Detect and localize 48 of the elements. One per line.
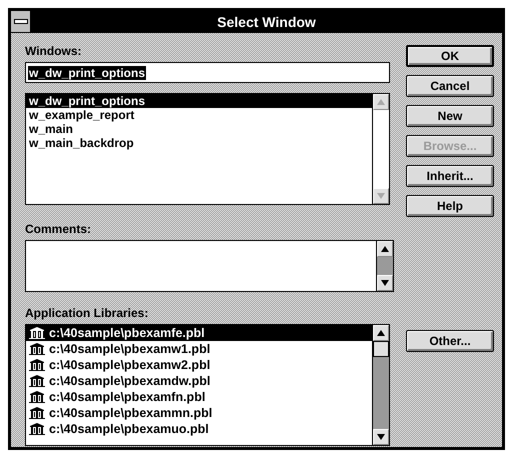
scroll-up-icon[interactable] <box>377 241 393 257</box>
library-path: c:\40sample\pbexamuo.pbl <box>49 421 209 437</box>
system-menu-icon[interactable] <box>11 11 31 32</box>
comments-box[interactable] <box>25 240 394 292</box>
library-icon <box>29 343 45 355</box>
libraries-list[interactable]: c:\40sample\pbexamfe.pbl c:\40sample\pbexamw1.pbl c:\40sample\pbexamw2.pbl c:\40sample\pbexamdw.pbl c:\40sample\pbexamfn.pbl c:\40sample\pbexammn.pbl c:\40sample\pbexamuo.pbl <box>25 324 390 446</box>
window-name-field[interactable]: w_dw_print_options <box>25 62 390 83</box>
library-list-item[interactable]: c:\40sample\pbexamw1.pbl <box>26 341 372 357</box>
scroll-thumb[interactable] <box>373 341 389 357</box>
library-icon <box>29 407 45 419</box>
scroll-down-icon[interactable] <box>373 429 389 445</box>
library-list-item[interactable]: c:\40sample\pbexammn.pbl <box>26 405 372 421</box>
window-list-item[interactable]: w_dw_print_options <box>26 94 372 108</box>
library-list-item[interactable]: c:\40sample\pbexamfe.pbl <box>26 325 372 341</box>
library-icon <box>29 359 45 371</box>
scroll-down-icon[interactable] <box>377 275 393 291</box>
library-path: c:\40sample\pbexamfn.pbl <box>49 389 206 405</box>
scroll-bar[interactable] <box>372 325 389 445</box>
windows-list[interactable]: w_dw_print_options w_example_report w_main w_main_backdrop <box>25 93 390 205</box>
library-icon <box>29 391 45 403</box>
dialog-button[interactable]: Help <box>406 195 494 217</box>
scroll-up-icon[interactable] <box>373 325 389 341</box>
library-path: c:\40sample\pbexamw1.pbl <box>49 341 210 357</box>
library-path: c:\40sample\pbexamw2.pbl <box>49 357 210 373</box>
window-list-item[interactable]: w_main_backdrop <box>26 136 372 150</box>
dialog-button[interactable]: Inherit... <box>406 165 494 187</box>
library-list-item[interactable]: c:\40sample\pbexamuo.pbl <box>26 421 372 437</box>
library-icon <box>29 375 45 387</box>
library-list-item[interactable]: c:\40sample\pbexamw2.pbl <box>26 357 372 373</box>
dialog-button[interactable]: New <box>406 105 494 127</box>
libraries-label: Application Libraries: <box>25 306 148 320</box>
library-icon <box>29 327 45 339</box>
window-list-item[interactable]: w_main <box>26 122 372 136</box>
window-list-item[interactable]: w_example_report <box>26 108 372 122</box>
library-path: c:\40sample\pbexamdw.pbl <box>49 373 210 389</box>
library-list-item[interactable]: c:\40sample\pbexamdw.pbl <box>26 373 372 389</box>
windows-label: Windows: <box>25 44 82 58</box>
other-button[interactable]: Other... <box>406 330 494 352</box>
library-list-item[interactable]: c:\40sample\pbexamfn.pbl <box>26 389 372 405</box>
library-path: c:\40sample\pbexamfe.pbl <box>49 325 205 341</box>
dialog-button[interactable]: OK <box>406 45 494 67</box>
library-path: c:\40sample\pbexammn.pbl <box>49 405 212 421</box>
scroll-bar[interactable] <box>376 241 393 291</box>
comments-label: Comments: <box>25 222 92 236</box>
field-value: w_dw_print_options <box>28 66 146 80</box>
window-title: Select Window <box>216 14 317 30</box>
dialog-button[interactable]: Cancel <box>406 75 494 97</box>
library-icon <box>29 423 45 435</box>
